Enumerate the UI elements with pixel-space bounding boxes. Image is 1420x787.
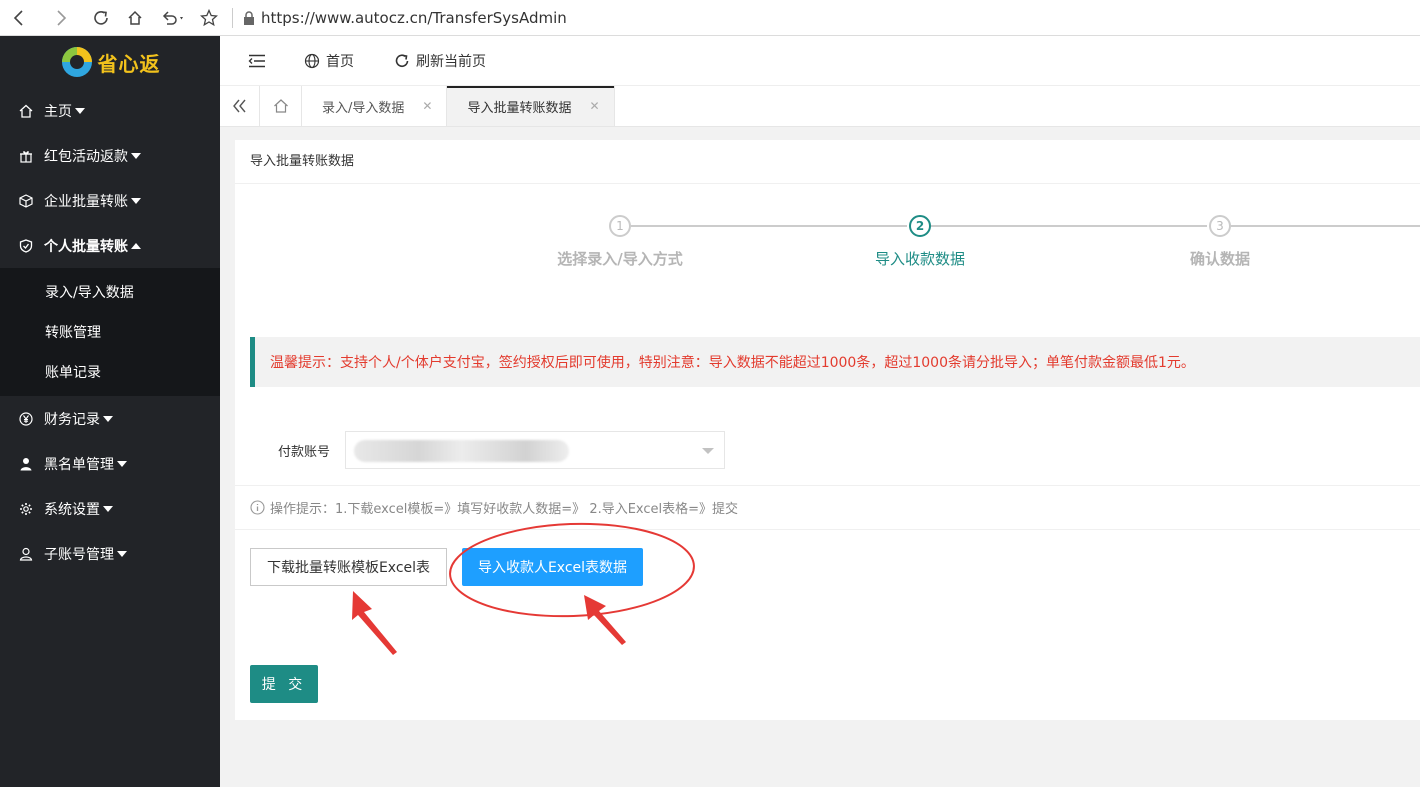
divider (235, 485, 1420, 486)
caret-down-icon (117, 460, 127, 467)
operation-hint-text: 操作提示：1.下载excel模板=》填写好收款人数据=》 2.导入Excel表格… (270, 502, 739, 517)
sidebar-item-label: 个人批量转账 (44, 238, 128, 255)
home-icon[interactable] (122, 5, 148, 31)
globe-icon (304, 53, 320, 68)
sidebar-subitem-bill-record[interactable]: 账单记录 (0, 352, 220, 392)
sidebar-item-label: 系统设置 (44, 501, 100, 518)
user-icon (18, 456, 34, 472)
sidebar-item-label: 黑名单管理 (44, 456, 114, 473)
toolbar-divider (232, 7, 233, 28)
step-connector (631, 225, 907, 227)
tabs-bar: 录入/导入数据 ✕ 导入批量转账数据 ✕ (220, 86, 1420, 127)
sidebar-item-personal-transfer[interactable]: 个人批量转账 (0, 223, 220, 268)
caret-up-icon (131, 242, 141, 249)
tab-label: 录入/导入数据 (322, 100, 405, 116)
sidebar-item-label: 财务记录 (44, 411, 100, 428)
tab-import-data[interactable]: 录入/导入数据 ✕ (302, 86, 448, 126)
refresh-icon (395, 53, 409, 67)
sidebar-item-redpacket[interactable]: 红包活动返款 (0, 133, 220, 178)
step-1-circle: 1 (609, 215, 631, 237)
sidebar-item-home[interactable]: 主页 (0, 88, 220, 133)
shield-icon (18, 238, 34, 254)
redacted-account-value (354, 440, 569, 462)
sidebar-item-enterprise-transfer[interactable]: 企业批量转账 (0, 178, 220, 223)
sidebar-subitem-transfer-manage[interactable]: 转账管理 (0, 312, 220, 352)
forward-icon[interactable] (48, 5, 74, 31)
caret-down-icon (103, 505, 113, 512)
info-icon (250, 500, 265, 515)
import-excel-button[interactable]: 导入收款人Excel表数据 (462, 548, 643, 586)
operation-hint: 操作提示：1.下载excel模板=》填写好收款人数据=》 2.导入Excel表格… (250, 498, 738, 517)
payment-account-label: 付款账号 (277, 444, 330, 460)
sidebar-item-blacklist[interactable]: 黑名单管理 (0, 441, 220, 486)
logo-mark-icon (61, 47, 92, 77)
logo[interactable]: 省心返 (0, 36, 220, 88)
yen-icon (18, 411, 34, 427)
chevron-down-icon (702, 448, 714, 454)
home-link[interactable]: 首页 (304, 51, 354, 71)
gift-icon (18, 148, 34, 164)
close-icon[interactable]: ✕ (422, 99, 432, 113)
back-icon[interactable] (6, 5, 32, 31)
user-outline-icon (18, 546, 34, 562)
logo-text: 省心返 (97, 51, 161, 76)
caret-down-icon (103, 415, 113, 422)
top-header: 首页 刷新当前页 (220, 36, 1420, 86)
reload-icon[interactable] (88, 5, 114, 31)
divider (235, 529, 1420, 530)
step-3-label: 确认数据 (1189, 250, 1251, 268)
tab-import-batch-transfer[interactable]: 导入批量转账数据 ✕ (447, 86, 615, 126)
caret-down-icon (131, 152, 141, 159)
sidebar-item-label: 红包活动返款 (44, 148, 128, 165)
sidebar-item-subaccount[interactable]: 子账号管理 (0, 531, 220, 576)
tab-label: 导入批量转账数据 (467, 100, 572, 116)
warning-tip: 温馨提示：支持个人/个体户支付宝，签约授权后即可使用，特别注意：导入数据不能超过… (250, 337, 1420, 387)
step-2-label: 导入收款数据 (874, 250, 966, 268)
sidebar-item-label: 主页 (44, 103, 72, 120)
menu-toggle-icon[interactable] (248, 54, 266, 68)
caret-down-icon (117, 550, 127, 557)
download-template-button[interactable]: 下载批量转账模板Excel表 (250, 548, 447, 586)
step-connector (931, 225, 1207, 227)
sidebar-subitem-import[interactable]: 录入/导入数据 (0, 272, 220, 312)
tab-home-icon[interactable] (260, 86, 302, 126)
caret-down-icon (131, 197, 141, 204)
sidebar-item-label: 子账号管理 (44, 546, 114, 563)
gear-icon (18, 501, 34, 517)
submit-button[interactable]: 提 交 (250, 665, 318, 703)
home-icon (18, 103, 34, 119)
sidebar-item-settings[interactable]: 系统设置 (0, 486, 220, 531)
sidebar-submenu: 录入/导入数据 转账管理 账单记录 (0, 268, 220, 396)
caret-down-icon (75, 107, 85, 114)
lock-icon (244, 10, 254, 25)
sidebar-item-finance[interactable]: 财务记录 (0, 396, 220, 441)
step-progress: 1 选择录入/导入方式 2 导入收款数据 3 确认数据 (235, 215, 1420, 275)
tabs-scroll-left-icon[interactable] (220, 86, 260, 126)
undo-icon[interactable] (156, 5, 190, 31)
home-link-label: 首页 (326, 53, 354, 70)
card-title: 导入批量转账数据 (235, 140, 1420, 184)
sidebar-item-label: 企业批量转账 (44, 193, 128, 210)
payment-account-row: 付款账号 (235, 430, 1420, 470)
refresh-page-label: 刷新当前页 (416, 53, 486, 70)
cube-icon (18, 193, 34, 209)
url-text: https://www.autocz.cn/TransferSysAdmin (261, 8, 567, 27)
step-2-circle: 2 (909, 215, 931, 237)
address-bar[interactable]: https://www.autocz.cn/TransferSysAdmin (243, 9, 567, 27)
step-1-label: 选择录入/导入方式 (557, 250, 683, 268)
step-connector (1231, 225, 1420, 227)
bookmark-star-icon[interactable] (196, 5, 222, 31)
close-icon[interactable]: ✕ (589, 99, 599, 113)
step-3-circle: 3 (1209, 215, 1231, 237)
sidebar: 省心返 主页 红包活动返款 企业批量转账 个人批量转账 录入/导入数据 转账管理… (0, 36, 220, 787)
content-card: 导入批量转账数据 1 选择录入/导入方式 2 导入收款数据 3 确认数据 温馨提… (235, 140, 1420, 720)
refresh-page-button[interactable]: 刷新当前页 (394, 51, 486, 71)
payment-account-select[interactable] (345, 431, 725, 469)
browser-toolbar: https://www.autocz.cn/TransferSysAdmin (0, 0, 1420, 36)
